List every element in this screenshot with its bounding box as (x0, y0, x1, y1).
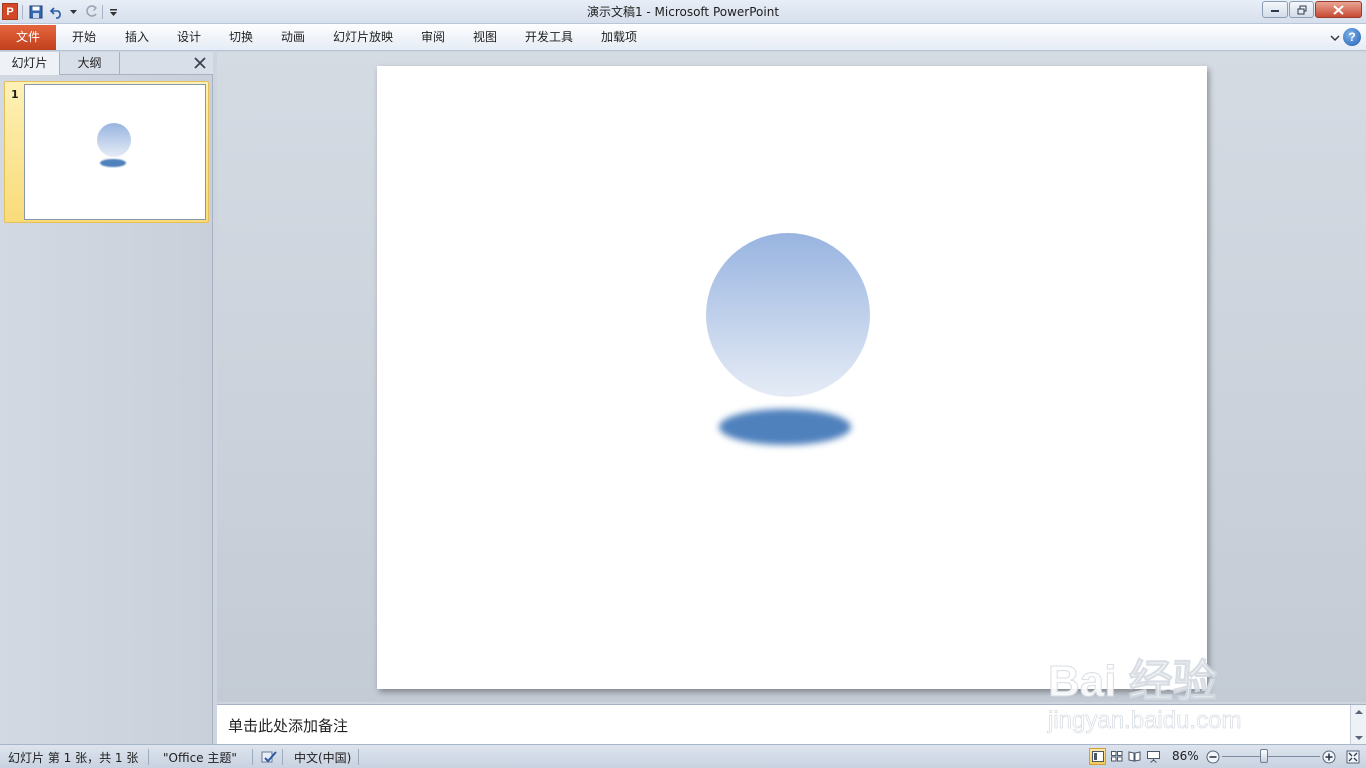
ribbon-tab-bar: 文件 开始 插入 设计 切换 动画 幻灯片放映 审阅 视图 开发工具 加载项 ? (0, 24, 1366, 51)
tab-home[interactable]: 开始 (72, 25, 96, 50)
status-separator (358, 749, 359, 765)
zoom-level[interactable]: 86% (1172, 749, 1199, 763)
slide-number: 1 (11, 88, 19, 101)
status-separator (282, 749, 283, 765)
zoom-in-icon[interactable] (1320, 748, 1337, 765)
status-separator (148, 749, 149, 765)
zoom-slider-track[interactable] (1222, 756, 1320, 757)
minimize-button[interactable] (1262, 1, 1288, 18)
tab-slides[interactable]: 幻灯片 (0, 52, 60, 75)
help-icon[interactable]: ? (1343, 28, 1361, 46)
zoom-out-icon[interactable] (1204, 748, 1221, 765)
status-separator (252, 749, 253, 765)
tab-developer[interactable]: 开发工具 (525, 25, 573, 50)
normal-view-icon[interactable] (1089, 748, 1106, 765)
tab-animations[interactable]: 动画 (281, 25, 305, 50)
theme-status[interactable]: "Office 主题" (163, 749, 237, 766)
minimize-ribbon-icon[interactable] (1330, 31, 1340, 45)
tab-slideshow[interactable]: 幻灯片放映 (333, 25, 393, 50)
close-pane-icon[interactable] (193, 56, 207, 70)
fit-to-window-icon[interactable] (1344, 748, 1361, 765)
notes-scrollbar[interactable] (1350, 705, 1366, 745)
thumbnail-shadow (100, 159, 126, 167)
thumbnail-sphere (97, 123, 131, 157)
shadow-ellipse-shape[interactable] (719, 409, 851, 445)
status-bar: 幻灯片 第 1 张，共 1 张 "Office 主题" 中文(中国) 86% (0, 744, 1366, 768)
notes-placeholder[interactable]: 单击此处添加备注 (228, 715, 348, 736)
tab-design[interactable]: 设计 (177, 25, 201, 50)
watermark-brand: Bai 经验 (1048, 657, 1217, 706)
pane-tab-bar: 幻灯片 大纲 (0, 52, 213, 75)
slides-pane: 幻灯片 大纲 1 (0, 52, 213, 744)
tab-review[interactable]: 审阅 (421, 25, 445, 50)
title-bar: P 演示文稿1 - Microsoft PowerPoint (0, 0, 1366, 24)
watermark-url: jingyan.baidu.com (1047, 707, 1241, 734)
window-title: 演示文稿1 - Microsoft PowerPoint (586, 5, 780, 19)
tab-file[interactable]: 文件 (0, 25, 56, 50)
slide-thumbnail-item[interactable]: 1 (4, 81, 209, 223)
zoom-slider-thumb[interactable] (1260, 749, 1268, 763)
slide-thumbnail[interactable] (24, 84, 206, 220)
slideshow-view-icon[interactable] (1145, 748, 1162, 765)
language-status[interactable]: 中文(中国) (294, 749, 351, 766)
tab-insert[interactable]: 插入 (125, 25, 149, 50)
spell-check-icon[interactable] (260, 748, 277, 765)
slide-count-status: 幻灯片 第 1 张，共 1 张 (8, 751, 139, 765)
tab-view[interactable]: 视图 (473, 25, 497, 50)
slide-editor (217, 52, 1366, 702)
baidu-jingyan-watermark: Bai 经验 jingyan.baidu.com (1040, 620, 1300, 740)
tab-transitions[interactable]: 切换 (229, 25, 253, 50)
tab-addins[interactable]: 加载项 (601, 25, 637, 50)
sphere-shape[interactable] (706, 233, 870, 397)
reading-view-icon[interactable] (1126, 748, 1143, 765)
close-button[interactable] (1315, 1, 1362, 18)
slide-canvas[interactable] (377, 66, 1207, 689)
slide-sorter-view-icon[interactable] (1108, 748, 1125, 765)
tab-outline[interactable]: 大纲 (60, 52, 120, 75)
restore-button[interactable] (1289, 1, 1314, 18)
